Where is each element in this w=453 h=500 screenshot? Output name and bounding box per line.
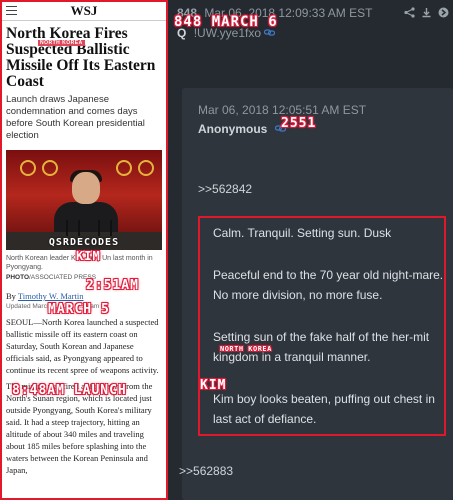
annotation-post-tag: 2551 — [281, 116, 317, 131]
annotation-launch: 8:48AM LAUNCH — [12, 383, 127, 398]
share-icon[interactable] — [404, 7, 415, 18]
message-line-1: Calm. Tranquil. Setting sun. Dusk — [213, 226, 392, 240]
paragraph-1: SEOUL—North Korea launched a suspected b… — [6, 317, 159, 375]
annotation-north-korea: NORTH KOREA — [220, 345, 272, 353]
reply-ref-top[interactable]: >>562842 — [198, 182, 252, 196]
reply-author: Anonymous — [198, 122, 286, 136]
article-dek: Launch draws Japanese condemnation and c… — [6, 94, 145, 141]
article-topbar: WSJ — [2, 2, 166, 21]
reply-datetime: Mar 06, 2018 12:05:51 AM EST — [198, 103, 367, 117]
message-line-4: Kim boy looks beaten, puffing out chest … — [213, 392, 435, 426]
arrow-icon[interactable] — [438, 7, 449, 18]
annotation-kim-2: KIM — [200, 378, 227, 393]
article-headline: North Korea Fires Suspected Ballistic Mi… — [6, 25, 156, 90]
message-line-2: Peaceful end to the 70 year old night-ma… — [213, 268, 444, 302]
north-korea-tag: NORTH KOREA — [38, 40, 85, 46]
header-icons — [404, 7, 449, 18]
annotation-time: 2:51AM — [86, 278, 139, 293]
wsj-logo[interactable]: WSJ — [2, 3, 166, 19]
annotation-header-tag: 848 MARCH 6 — [174, 14, 278, 30]
annotation-march5: MARCH 5 — [48, 302, 110, 317]
kim-photo: QSRDECODES — [6, 150, 162, 250]
reply-ref-bottom[interactable]: >>562883 — [179, 464, 233, 478]
download-icon[interactable] — [421, 7, 432, 18]
author-link[interactable]: Timothy W. Martin — [18, 291, 84, 301]
annotation-kim: KIM — [76, 249, 101, 263]
post-panel: 848 Mar 06, 2018 12:09:33 AM EST Q !UW.y… — [168, 0, 453, 500]
highlighted-message: Calm. Tranquil. Setting sun. Dusk Peacef… — [198, 216, 446, 436]
photo-watermark: QSRDECODES — [48, 237, 120, 248]
quoted-post-card: Mar 06, 2018 12:05:51 AM EST Anonymous >… — [182, 88, 453, 500]
wsj-article-panel: WSJ North Korea Fires Suspected Ballisti… — [0, 0, 168, 500]
